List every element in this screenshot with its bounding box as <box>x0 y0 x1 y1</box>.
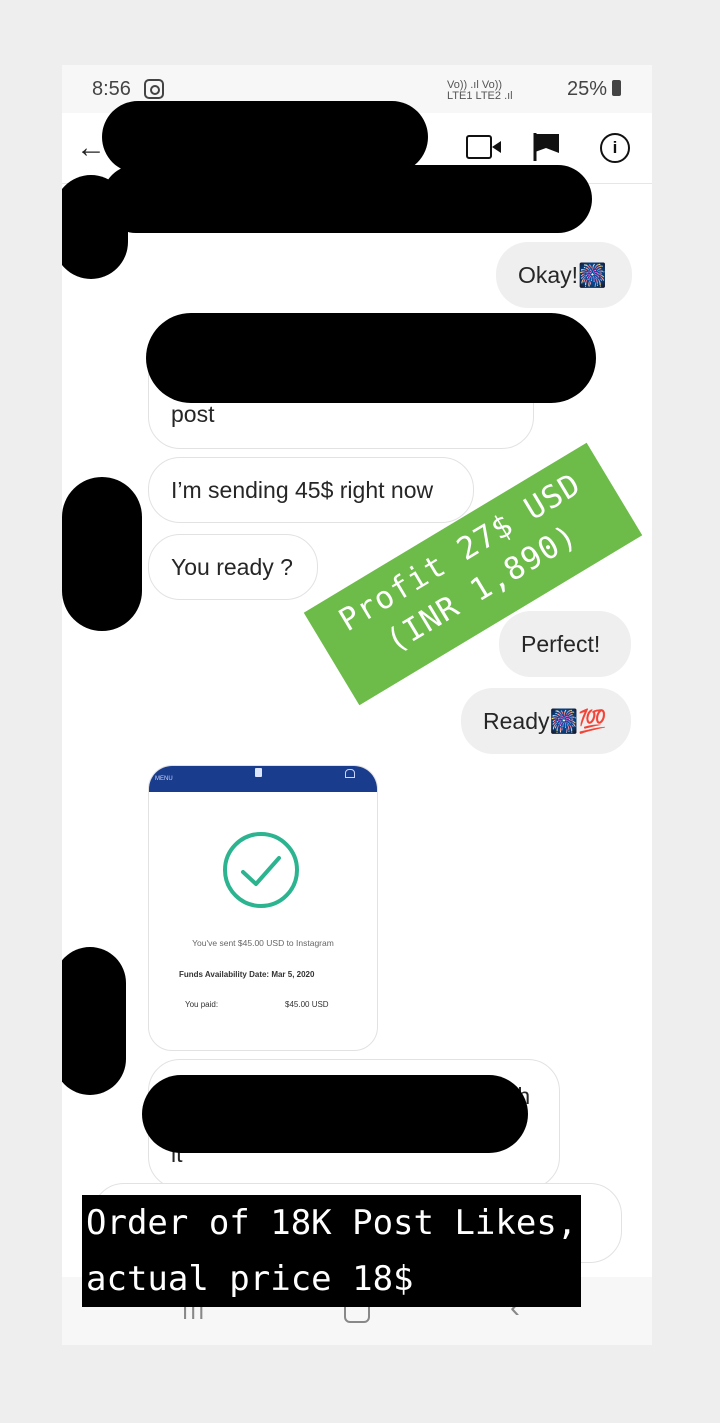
redaction-avatar <box>62 477 142 631</box>
message-text: post <box>171 401 215 427</box>
price-line: actual price 18$ <box>82 1251 418 1307</box>
paid-value: $45.00 USD <box>285 1000 329 1009</box>
paypal-logo-icon <box>255 768 262 777</box>
battery-level: 25% <box>567 78 608 100</box>
message-text: You ready ? <box>171 554 293 580</box>
redaction-header-name <box>102 101 428 173</box>
message-text: Okay!🎆 <box>518 262 607 288</box>
phone-screen: 8:56 Vo)) .ıl Vo)) LTE1 LTE2 .ıl 25% ← i … <box>62 65 652 1345</box>
menu-label: MENU <box>155 776 173 782</box>
message-text: Ready🎆💯 <box>483 708 607 734</box>
paypal-header: MENU <box>149 766 377 792</box>
message-bubble-out: Okay!🎆 <box>496 242 632 308</box>
status-time: 8:56 <box>92 78 131 100</box>
flag-icon[interactable] <box>532 131 562 163</box>
message-bubble-out: Ready🎆💯 <box>461 688 631 754</box>
message-text: Perfect! <box>521 631 601 657</box>
info-icon[interactable]: i <box>600 133 630 163</box>
signal-icon: Vo)) .ıl Vo)) LTE1 LTE2 .ıl <box>447 79 513 102</box>
payment-screenshot[interactable]: MENU You've sent $45.00 USD to Instagram… <box>148 765 378 1051</box>
redaction-message <box>146 313 596 403</box>
redaction-avatar <box>62 947 126 1095</box>
checkmark-circle-icon <box>223 832 299 908</box>
paid-label: You paid: <box>185 1000 219 1009</box>
order-caption: Order of 18K Post Likes, actual price 18… <box>82 1195 582 1307</box>
bell-icon <box>345 769 355 778</box>
message-bubble-in: I’m sending 45$ right now <box>148 457 474 523</box>
message-bubble-in: You ready ? <box>148 534 318 600</box>
order-line: Order of 18K Post Likes, <box>82 1195 582 1251</box>
video-camera-icon[interactable] <box>466 135 501 159</box>
message-bubble-out: Perfect! <box>499 611 631 677</box>
payment-sent-text: You've sent $45.00 USD to Instagram <box>192 938 334 948</box>
redaction-message <box>142 1075 528 1153</box>
battery-icon <box>612 80 621 96</box>
redaction-avatar <box>62 175 128 279</box>
message-text: I’m sending 45$ right now <box>171 477 434 503</box>
funds-availability: Funds Availability Date: Mar 5, 2020 <box>179 970 315 979</box>
redaction-header-bar <box>102 165 592 233</box>
instagram-icon <box>144 79 164 99</box>
